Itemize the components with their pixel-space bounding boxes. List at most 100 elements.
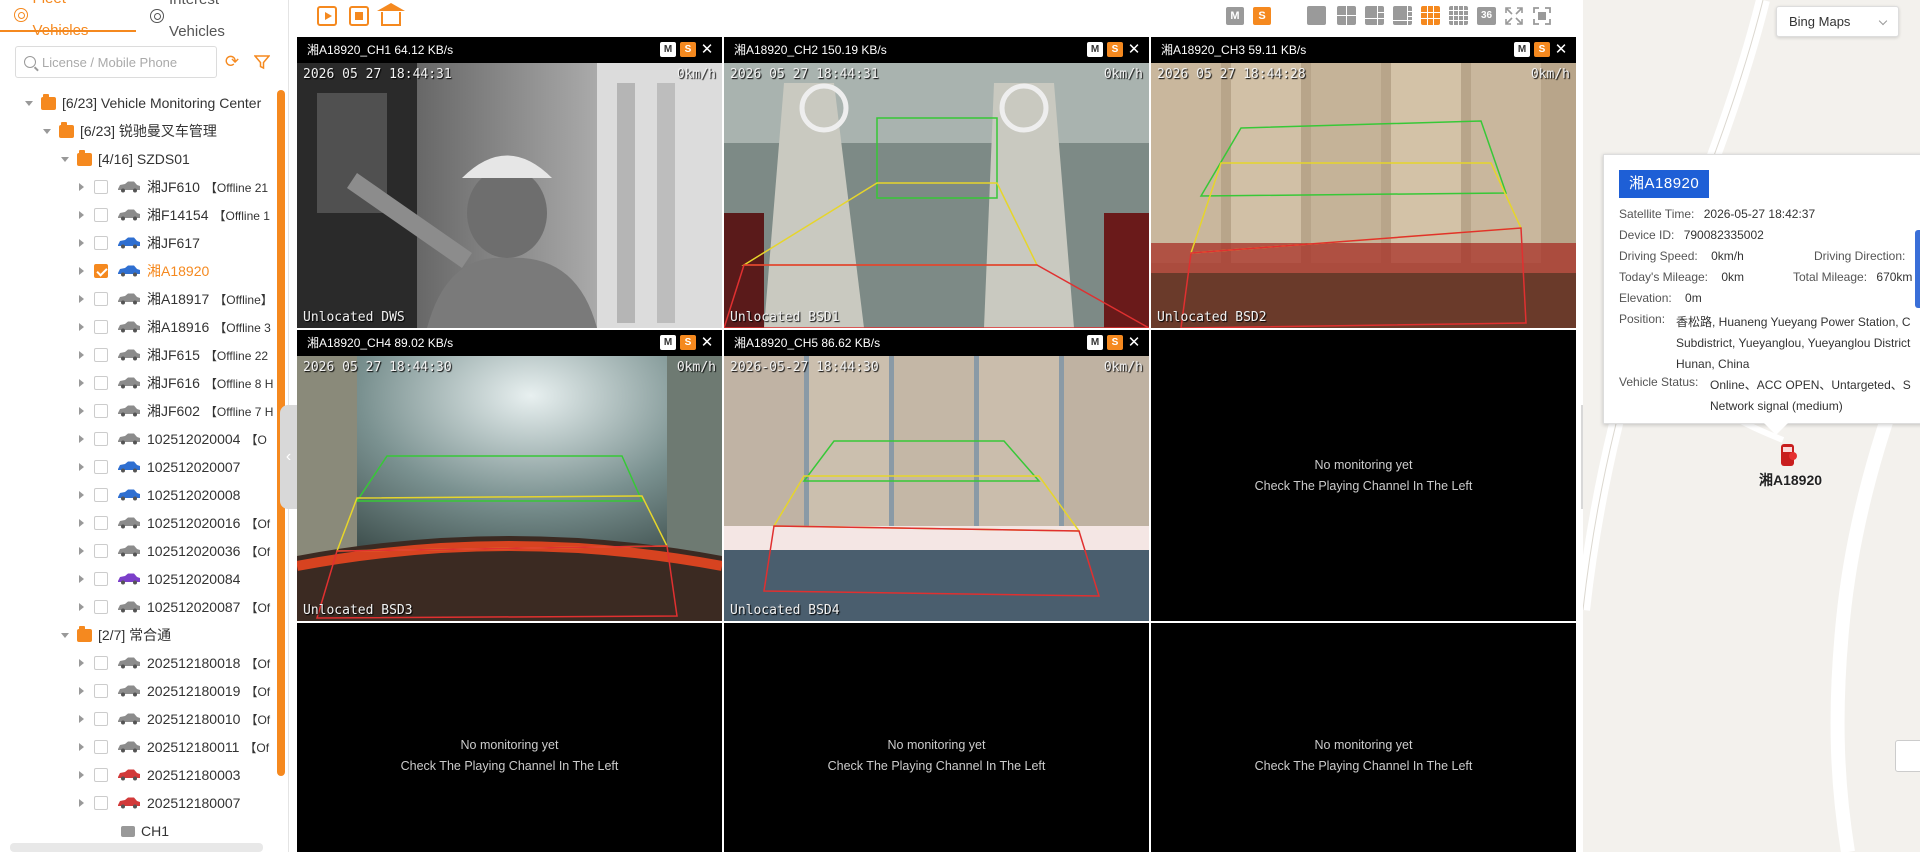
video-cell-empty[interactable]: No monitoring yet Check The Playing Chan… bbox=[1151, 623, 1576, 852]
vehicle-checkbox[interactable] bbox=[94, 404, 108, 418]
tree-vehicle[interactable]: 202512180010 【Of bbox=[79, 707, 270, 731]
tree-vehicle[interactable]: 102512020084 bbox=[79, 567, 240, 591]
caret-right-icon[interactable] bbox=[79, 183, 84, 191]
caret-right-icon[interactable] bbox=[79, 239, 84, 247]
vehicle-checkbox[interactable] bbox=[94, 208, 108, 222]
video-cell-empty[interactable]: No monitoring yet Check The Playing Chan… bbox=[297, 623, 722, 852]
main-stream-toggle[interactable]: M bbox=[1087, 335, 1103, 350]
vehicle-checkbox[interactable] bbox=[94, 656, 108, 670]
caret-right-icon[interactable] bbox=[79, 603, 84, 611]
fullscreen-icon[interactable] bbox=[1532, 6, 1552, 26]
stop-all-icon[interactable] bbox=[349, 6, 369, 26]
vehicle-checkbox[interactable] bbox=[94, 796, 108, 810]
vehicle-checkbox[interactable] bbox=[94, 740, 108, 754]
caret-right-icon[interactable] bbox=[79, 211, 84, 219]
sub-stream-toggle[interactable]: S bbox=[1534, 42, 1550, 57]
main-stream-toggle[interactable]: M bbox=[660, 335, 676, 350]
caret-right-icon[interactable] bbox=[79, 743, 84, 751]
video-cell-ch2[interactable]: 湘A18920_CH2 150.19 KB/s M S ✕ 2026 05 27… bbox=[724, 37, 1149, 328]
vehicle-checkbox[interactable] bbox=[94, 264, 108, 278]
main-stream-button[interactable]: M bbox=[1226, 7, 1244, 25]
tree-vehicle[interactable]: 湘A18916 【Offline 3 bbox=[79, 315, 271, 339]
vehicle-checkbox[interactable] bbox=[94, 292, 108, 306]
caret-right-icon[interactable] bbox=[79, 799, 84, 807]
tree-vehicle[interactable]: 102512020087 【Of bbox=[79, 595, 270, 619]
vehicle-checkbox[interactable] bbox=[94, 572, 108, 586]
collapse-sidebar-handle[interactable]: ‹ bbox=[280, 405, 297, 509]
video-cell-ch4[interactable]: 湘A18920_CH4 89.02 KB/s M S ✕ 2026 05 27 … bbox=[297, 330, 722, 621]
play-all-icon[interactable] bbox=[317, 6, 337, 26]
caret-down-icon[interactable] bbox=[61, 632, 69, 638]
close-icon[interactable]: ✕ bbox=[1127, 335, 1141, 350]
vehicle-checkbox[interactable] bbox=[94, 712, 108, 726]
caret-right-icon[interactable] bbox=[79, 379, 84, 387]
vehicle-checkbox[interactable] bbox=[94, 180, 108, 194]
tree-vehicle[interactable]: 102512020007 bbox=[79, 455, 240, 479]
close-icon[interactable]: ✕ bbox=[1127, 42, 1141, 57]
caret-right-icon[interactable] bbox=[79, 547, 84, 555]
vehicle-checkbox[interactable] bbox=[94, 376, 108, 390]
layout-1-icon[interactable] bbox=[1307, 6, 1326, 25]
home-icon[interactable] bbox=[377, 3, 405, 26]
video-cell-ch5[interactable]: 湘A18920_CH5 86.62 KB/s M S ✕ 2026-05-27 … bbox=[724, 330, 1149, 621]
map-provider-select[interactable]: Bing Maps bbox=[1776, 6, 1899, 37]
sub-stream-toggle[interactable]: S bbox=[680, 335, 696, 350]
tree-group[interactable]: [6/23] 锐驰曼叉车管理 bbox=[43, 119, 217, 143]
tree-vehicle[interactable]: 湘JF616 【Offline 8 H bbox=[79, 371, 273, 395]
vehicle-marker-icon[interactable] bbox=[1779, 442, 1797, 468]
tree-vehicle[interactable]: 202512180019 【Of bbox=[79, 679, 270, 703]
caret-right-icon[interactable] bbox=[79, 519, 84, 527]
tree-vehicle[interactable]: 湘JF610 【Offline 21 bbox=[79, 175, 268, 199]
vehicle-checkbox[interactable] bbox=[94, 684, 108, 698]
tree-vehicle[interactable]: 湘A18920 bbox=[79, 259, 209, 283]
caret-right-icon[interactable] bbox=[79, 575, 84, 583]
vehicle-checkbox[interactable] bbox=[94, 236, 108, 250]
vehicle-checkbox[interactable] bbox=[94, 348, 108, 362]
tree-vehicle[interactable]: 102512020036 【Of bbox=[79, 539, 270, 563]
vehicle-checkbox[interactable] bbox=[94, 320, 108, 334]
tree-vehicle[interactable]: 湘JF615 【Offline 22 bbox=[79, 343, 268, 367]
vehicle-checkbox[interactable] bbox=[94, 460, 108, 474]
video-cell-ch3[interactable]: 湘A18920_CH3 59.11 KB/s M S ✕ 2026 05 27 … bbox=[1151, 37, 1576, 328]
filter-icon[interactable] bbox=[247, 46, 277, 78]
caret-right-icon[interactable] bbox=[79, 491, 84, 499]
caret-right-icon[interactable] bbox=[79, 715, 84, 723]
tree-vehicle[interactable]: 湘F14154 【Offline 1 bbox=[79, 203, 270, 227]
layout-16-icon[interactable] bbox=[1449, 6, 1468, 25]
vehicle-checkbox[interactable] bbox=[94, 432, 108, 446]
layout-6-icon[interactable] bbox=[1365, 6, 1384, 25]
tree-horizontal-scrollbar[interactable] bbox=[10, 843, 263, 852]
tree-vehicle[interactable]: 202512180003 bbox=[79, 763, 240, 787]
caret-right-icon[interactable] bbox=[79, 435, 84, 443]
sub-stream-toggle[interactable]: S bbox=[1107, 335, 1123, 350]
tree-vehicle[interactable]: 202512180018 【Of bbox=[79, 651, 270, 675]
tree-vehicle[interactable]: 102512020004 【O bbox=[79, 427, 267, 451]
refresh-icon[interactable]: ⟳ bbox=[217, 46, 247, 78]
close-icon[interactable]: ✕ bbox=[1554, 42, 1568, 57]
tree-vehicle[interactable]: 202512180007 bbox=[79, 791, 240, 815]
main-stream-toggle[interactable]: M bbox=[660, 42, 676, 57]
tree-vehicle[interactable]: 202512180011 【Of bbox=[79, 735, 269, 759]
search-input[interactable] bbox=[42, 54, 212, 70]
tree-vehicle[interactable]: 102512020008 bbox=[79, 483, 240, 507]
map-edge-control[interactable] bbox=[1915, 230, 1920, 308]
caret-right-icon[interactable] bbox=[79, 351, 84, 359]
layout-8-icon[interactable] bbox=[1393, 6, 1412, 25]
layout-36-button[interactable]: 36 bbox=[1477, 7, 1496, 25]
tree-group[interactable]: [2/7] 常合通 bbox=[61, 623, 171, 647]
tab-fleet-vehicles[interactable]: Fleet Vehicles bbox=[0, 0, 137, 39]
tree-vehicle[interactable]: 湘JF617 bbox=[79, 231, 200, 255]
video-cell-ch1[interactable]: 湘A18920_CH1 64.12 KB/s M S ✕ 2026 05 27 … bbox=[297, 37, 722, 328]
vehicle-checkbox[interactable] bbox=[94, 488, 108, 502]
caret-down-icon[interactable] bbox=[43, 128, 51, 134]
caret-right-icon[interactable] bbox=[79, 407, 84, 415]
layout-4-icon[interactable] bbox=[1337, 6, 1356, 25]
expand-icon[interactable] bbox=[1504, 6, 1524, 26]
map-zoom-control[interactable] bbox=[1895, 740, 1920, 772]
sub-stream-button[interactable]: S bbox=[1253, 7, 1271, 25]
video-cell-empty[interactable]: No monitoring yet Check The Playing Chan… bbox=[1151, 330, 1576, 621]
caret-right-icon[interactable] bbox=[79, 687, 84, 695]
tree-vehicle[interactable]: 湘A18917 【Offline】 bbox=[79, 287, 273, 311]
caret-right-icon[interactable] bbox=[79, 295, 84, 303]
sub-stream-toggle[interactable]: S bbox=[680, 42, 696, 57]
